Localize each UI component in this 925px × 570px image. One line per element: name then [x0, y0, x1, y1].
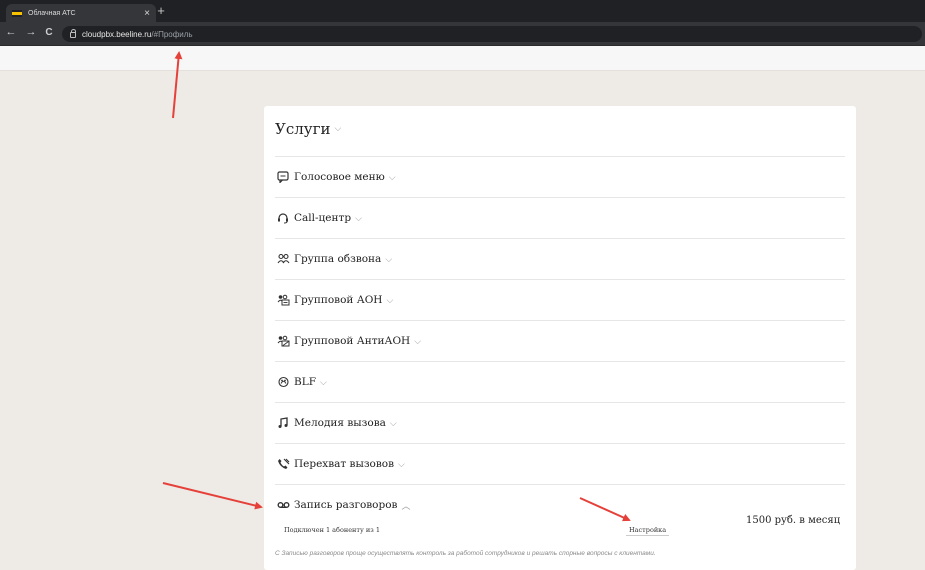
services-title: Услуги [275, 120, 331, 138]
service-call-pickup[interactable]: Перехват вызовов ⌵ [275, 443, 845, 484]
reload-button[interactable]: C [42, 27, 56, 38]
blf-icon [276, 375, 290, 389]
voicemail-icon [276, 498, 290, 512]
group-caller-id-icon [276, 293, 290, 307]
chevron-down-icon: ⌵ [355, 212, 362, 223]
chat-bubble-icon [276, 170, 290, 184]
service-label: Голосовое меню [294, 171, 385, 183]
service-ringtone[interactable]: Мелодия вызова ⌵ [275, 402, 845, 443]
url-path: /#Профиль [151, 29, 193, 39]
recording-price: 1500 руб. в месяц [746, 515, 841, 526]
chevron-down-icon: ⌵ [389, 417, 397, 428]
service-label: BLF [294, 376, 316, 388]
lock-icon [70, 29, 76, 38]
chevron-down-icon: ⌵ [388, 171, 396, 182]
service-group-caller-id[interactable]: Групповой АОН ⌵ [275, 279, 845, 320]
new-tab-button[interactable]: + [154, 3, 168, 18]
url-host: cloudpbx.beeline.ru [82, 29, 152, 39]
address-bar[interactable]: cloudpbx.beeline.ru /#Профиль [62, 26, 922, 42]
services-header[interactable]: Услуги ⌵ [275, 120, 341, 138]
forward-button[interactable]: → [24, 26, 38, 38]
chevron-down-icon: ⌵ [319, 376, 327, 387]
recording-description: С Записью разговоров проще осуществлять … [275, 550, 656, 557]
chevron-down-icon: ⌵ [386, 294, 394, 305]
service-label: Групповой АнтиАОН [294, 335, 411, 347]
group-anti-caller-id-icon [276, 334, 290, 348]
service-call-group[interactable]: Группа обзвона ⌵ [275, 238, 845, 279]
browser-toolbar: ← → C cloudpbx.beeline.ru /#Профиль [0, 22, 925, 46]
service-label: Перехват вызовов [294, 458, 395, 470]
recording-setup-button[interactable]: Настройка [626, 525, 670, 536]
call-pickup-icon [276, 457, 290, 471]
app-header [0, 46, 925, 71]
chevron-down-icon: ⌵ [385, 253, 393, 264]
service-label: Групповой АОН [294, 294, 383, 306]
chevron-up-icon: ︿ [401, 500, 411, 511]
chevron-down-icon: ⌵ [398, 458, 405, 469]
service-call-center[interactable]: Call-центр ⌵ [275, 197, 845, 238]
chevron-down-icon: ⌵ [414, 335, 422, 346]
service-voice-menu[interactable]: Голосовое меню ⌵ [275, 156, 845, 197]
service-label: Мелодия вызова [294, 417, 386, 429]
service-blf[interactable]: BLF ⌵ [275, 361, 845, 402]
music-note-icon [276, 416, 290, 430]
tab-title: Облачная АТС [28, 9, 76, 17]
tab-close-icon[interactable]: × [144, 8, 150, 19]
services-card: Услуги ⌵ Голосовое меню ⌵ Call-центр ⌵ Г… [264, 106, 856, 570]
headset-icon [276, 211, 290, 225]
service-label: Группа обзвона [294, 253, 382, 265]
browser-tab[interactable]: Облачная АТС × [6, 4, 156, 22]
recording-status: Подключен 1 абоненту из 1 [284, 526, 380, 534]
browser-tab-strip: Облачная АТС × + [0, 0, 925, 22]
back-button[interactable]: ← [4, 26, 18, 38]
arrow-to-call-recording [162, 482, 263, 510]
service-label: Запись разговоров [294, 499, 398, 511]
chevron-down-icon: ⌵ [334, 124, 342, 134]
beeline-favicon-icon [12, 9, 22, 17]
service-group-anti-caller-id[interactable]: Групповой АнтиАОН ⌵ [275, 320, 845, 361]
service-label: Call-центр [294, 212, 352, 224]
group-icon [276, 252, 290, 266]
